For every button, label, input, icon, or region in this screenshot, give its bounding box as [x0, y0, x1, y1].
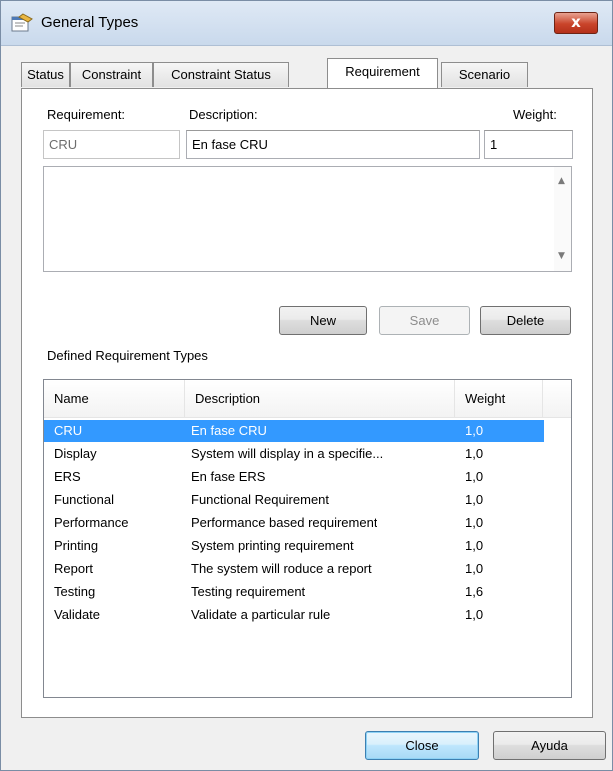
row-name: Printing [54, 538, 99, 553]
row-weight: 1,0 [465, 515, 484, 530]
description-field[interactable]: En fase CRU [186, 130, 480, 159]
defined-types-caption: Defined Requirement Types [47, 348, 208, 363]
row-description: En fase ERS [191, 469, 266, 484]
row-weight: 1,0 [465, 423, 484, 438]
row-description: Performance based requirement [191, 515, 378, 530]
weight-label: Weight: [513, 107, 557, 122]
row-weight: 1,0 [465, 446, 484, 461]
tab-scenario[interactable]: Scenario [441, 62, 528, 87]
row-description: En fase CRU [191, 423, 267, 438]
close-button[interactable]: Close [365, 731, 479, 760]
row-weight: 1,6 [465, 584, 484, 599]
row-name: Performance [54, 515, 129, 530]
requirement-field[interactable]: CRU [43, 130, 180, 159]
requirement-notes-textarea[interactable]: ▲ ▼ [43, 166, 572, 272]
row-name: Validate [54, 607, 101, 622]
row-description: Validate a particular rule [191, 607, 331, 622]
row-weight: 1,0 [465, 492, 484, 507]
list-row[interactable]: Validate Validate a particular rule 1,0 [44, 604, 544, 626]
window-close-button[interactable]: x [554, 12, 598, 34]
new-button[interactable]: New [279, 306, 367, 335]
scroll-up-arrow-icon[interactable]: ▲ [558, 176, 565, 186]
row-weight: 1,0 [465, 469, 484, 484]
list-header: Name Description Weight [44, 380, 571, 418]
column-header-description[interactable]: Description [185, 380, 455, 417]
row-name: Functional [54, 492, 114, 507]
list-row-selected[interactable]: CRU En fase CRU 1,0 [44, 420, 544, 442]
tab-requirement[interactable]: Requirement [327, 58, 438, 88]
list-row[interactable]: Printing System printing requirement 1,0 [44, 535, 544, 557]
delete-button[interactable]: Delete [480, 306, 571, 335]
row-description: System will display in a specifie... [191, 446, 384, 461]
weight-field[interactable]: 1 [484, 130, 573, 159]
column-header-weight[interactable]: Weight [455, 380, 543, 417]
row-name: Display [54, 446, 97, 461]
requirement-label: Requirement: [47, 107, 126, 122]
row-name: CRU [54, 423, 83, 438]
tab-constraint[interactable]: Constraint [70, 62, 153, 87]
column-header-name[interactable]: Name [44, 380, 185, 417]
list-row[interactable]: ERS En fase ERS 1,0 [44, 466, 544, 488]
requirement-types-list[interactable]: Name Description Weight CRU En fase CRU … [43, 379, 572, 698]
row-description: Testing requirement [191, 584, 306, 599]
save-button[interactable]: Save [379, 306, 470, 335]
row-description: System printing requirement [191, 538, 354, 553]
row-weight: 1,0 [465, 538, 484, 553]
row-weight: 1,0 [465, 607, 484, 622]
row-description: Functional Requirement [191, 492, 330, 507]
scroll-down-arrow-icon[interactable]: ▼ [558, 251, 565, 261]
tab-status[interactable]: Status [21, 62, 70, 87]
window-title: General Types [41, 14, 139, 31]
close-icon: x [571, 13, 581, 31]
row-name: Report [54, 561, 94, 576]
list-row[interactable]: Testing Testing requirement 1,6 [44, 581, 544, 603]
list-row[interactable]: Performance Performance based requiremen… [44, 512, 544, 534]
list-row[interactable]: Functional Functional Requirement 1,0 [44, 489, 544, 511]
help-button[interactable]: Ayuda [493, 731, 606, 760]
vertical-scrollbar[interactable]: ▲ ▼ [554, 167, 571, 271]
general-types-dialog: General Types x Status Constraint Constr… [0, 0, 613, 771]
description-label: Description: [189, 107, 258, 122]
tab-constraint-status[interactable]: Constraint Status [153, 62, 289, 87]
list-row[interactable]: Report The system will roduce a report 1… [44, 558, 544, 580]
row-description: The system will roduce a report [191, 561, 372, 576]
row-name: Testing [54, 584, 96, 599]
row-name: ERS [54, 469, 81, 484]
list-row[interactable]: Display System will display in a specifi… [44, 443, 544, 465]
title-bar[interactable]: General Types x [1, 1, 612, 46]
properties-window-icon [11, 13, 33, 32]
row-weight: 1,0 [465, 561, 484, 576]
